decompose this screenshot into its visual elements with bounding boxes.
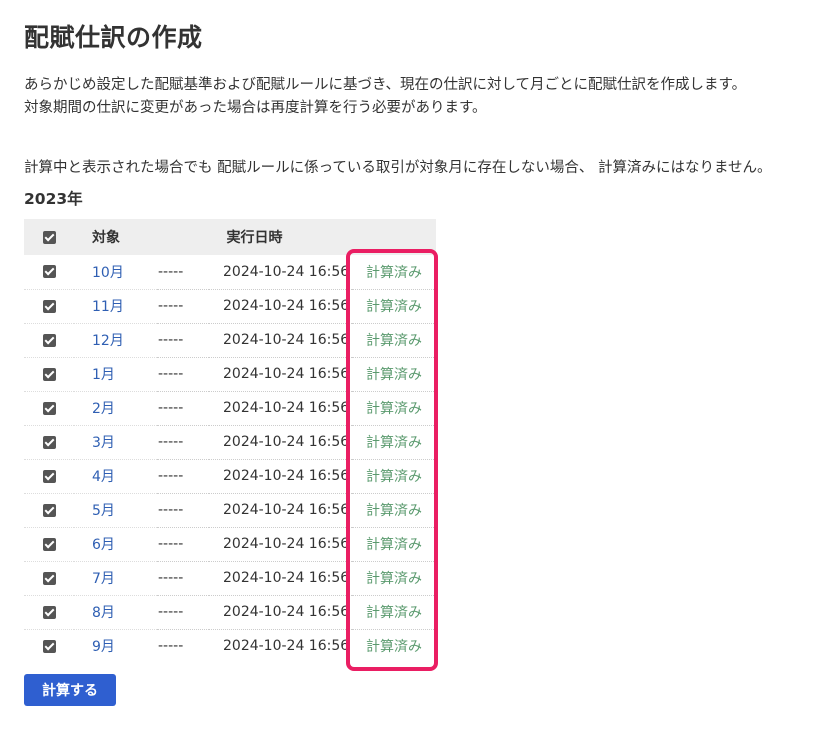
status-label: 計算済み <box>366 401 422 417</box>
status-label: 計算済み <box>366 264 422 281</box>
row-checkbox[interactable] <box>42 639 56 653</box>
status-label: 計算済み <box>366 537 422 553</box>
month-link[interactable]: 1月 <box>92 367 115 383</box>
status-label: 計算済み <box>366 605 422 621</box>
row-placeholder: ----- <box>157 561 209 596</box>
executed-datetime: 2024-10-24 16:56 <box>209 323 352 358</box>
executed-datetime: 2024-10-24 16:56 <box>209 289 352 324</box>
row-checkbox[interactable] <box>42 333 56 347</box>
table-header-row: 対象 実行日時 <box>24 219 436 255</box>
status-label: 計算済み <box>366 333 422 349</box>
month-link[interactable]: 9月 <box>92 639 115 655</box>
column-header-executed-at: 実行日時 <box>226 230 283 246</box>
column-header-target: 対象 <box>92 230 120 246</box>
month-link[interactable]: 4月 <box>92 469 115 485</box>
row-checkbox[interactable] <box>42 367 56 381</box>
row-placeholder: ----- <box>157 391 209 426</box>
table-row: 12月 ----- 2024-10-24 16:56 計算済み <box>24 323 436 358</box>
status-label: 計算済み <box>366 367 422 383</box>
row-placeholder: ----- <box>157 357 209 392</box>
calculation-note: 計算中と表示された場合でも 配賦ルールに係っている取引が対象月に存在しない場合、… <box>24 160 772 176</box>
month-link[interactable]: 5月 <box>92 503 115 519</box>
table-row: 2月 ----- 2024-10-24 16:56 計算済み <box>24 391 436 426</box>
table-row: 1月 ----- 2024-10-24 16:56 計算済み <box>24 357 436 392</box>
status-label: 計算済み <box>366 299 422 315</box>
allocation-table: 対象 実行日時 10月 ----- 2024-10-24 16:56 計算済み 11月 -… <box>24 219 436 663</box>
executed-datetime: 2024-10-24 16:56 <box>209 459 352 494</box>
month-link[interactable]: 8月 <box>92 605 115 621</box>
month-link[interactable]: 10月 <box>92 265 124 281</box>
row-checkbox[interactable] <box>42 571 56 585</box>
row-checkbox[interactable] <box>42 537 56 551</box>
month-link[interactable]: 7月 <box>92 571 115 587</box>
page-title: 配賦仕訳の作成 <box>24 23 203 52</box>
status-label: 計算済み <box>366 435 422 451</box>
status-label: 計算済み <box>366 469 422 485</box>
row-placeholder: ----- <box>157 493 209 528</box>
row-placeholder: ----- <box>158 638 184 655</box>
calculate-button[interactable]: 計算する <box>24 674 116 706</box>
row-placeholder: ----- <box>157 595 209 630</box>
table-row: 8月 ----- 2024-10-24 16:56 計算済み <box>24 595 436 630</box>
status-label: 計算済み <box>366 503 422 519</box>
table-row: 6月 ----- 2024-10-24 16:56 計算済み <box>24 527 436 562</box>
row-placeholder: ----- <box>157 425 209 460</box>
row-placeholder: ----- <box>157 459 209 494</box>
row-placeholder: ----- <box>157 527 209 562</box>
executed-datetime: 2024-10-24 16:56 <box>209 255 352 290</box>
month-link[interactable]: 12月 <box>92 333 124 349</box>
row-checkbox[interactable] <box>42 435 56 449</box>
row-placeholder: ----- <box>157 255 209 290</box>
status-label: 計算済み <box>366 571 422 587</box>
executed-datetime: 2024-10-24 16:56 <box>209 527 352 562</box>
row-checkbox[interactable] <box>42 469 56 483</box>
executed-datetime: 2024-10-24 16:56 <box>209 425 352 460</box>
executed-datetime: 2024-10-24 16:56 <box>209 391 352 426</box>
select-all-checkbox[interactable] <box>42 230 56 244</box>
executed-datetime: 2024-10-24 16:56 <box>209 561 352 596</box>
row-placeholder: ----- <box>157 323 209 358</box>
executed-datetime: 2024-10-24 16:56 <box>209 357 352 392</box>
description-line-2: 対象期間の仕訳に変更があった場合は再度計算を行う必要があります。 <box>24 100 487 116</box>
table-row: 9月 ----- 2024-10-24 16:56 計算済み <box>24 629 436 663</box>
table-row: 7月 ----- 2024-10-24 16:56 計算済み <box>24 561 436 596</box>
month-link[interactable]: 11月 <box>92 299 124 315</box>
executed-datetime: 2024-10-24 16:56 <box>223 638 350 655</box>
month-link[interactable]: 3月 <box>92 435 115 451</box>
page-description: あらかじめ設定した配賦基準および配賦ルールに基づき、現在の仕訳に対して月ごとに配… <box>24 74 746 120</box>
executed-datetime: 2024-10-24 16:56 <box>209 595 352 630</box>
row-placeholder: ----- <box>157 289 209 324</box>
row-checkbox[interactable] <box>42 605 56 619</box>
row-checkbox[interactable] <box>42 265 56 279</box>
table-row: 4月 ----- 2024-10-24 16:56 計算済み <box>24 459 436 494</box>
month-link[interactable]: 6月 <box>92 537 115 553</box>
status-label: 計算済み <box>366 639 422 656</box>
row-checkbox[interactable] <box>42 299 56 313</box>
year-heading: 2023年 <box>24 190 83 208</box>
table-row: 11月 ----- 2024-10-24 16:56 計算済み <box>24 289 436 324</box>
row-checkbox[interactable] <box>42 503 56 517</box>
row-checkbox[interactable] <box>42 401 56 415</box>
table-row: 3月 ----- 2024-10-24 16:56 計算済み <box>24 425 436 460</box>
executed-datetime: 2024-10-24 16:56 <box>209 493 352 528</box>
description-line-1: あらかじめ設定した配賦基準および配賦ルールに基づき、現在の仕訳に対して月ごとに配… <box>24 77 747 93</box>
table-row: 10月 ----- 2024-10-24 16:56 計算済み <box>24 255 436 290</box>
table-row: 5月 ----- 2024-10-24 16:56 計算済み <box>24 493 436 528</box>
month-link[interactable]: 2月 <box>92 401 115 417</box>
